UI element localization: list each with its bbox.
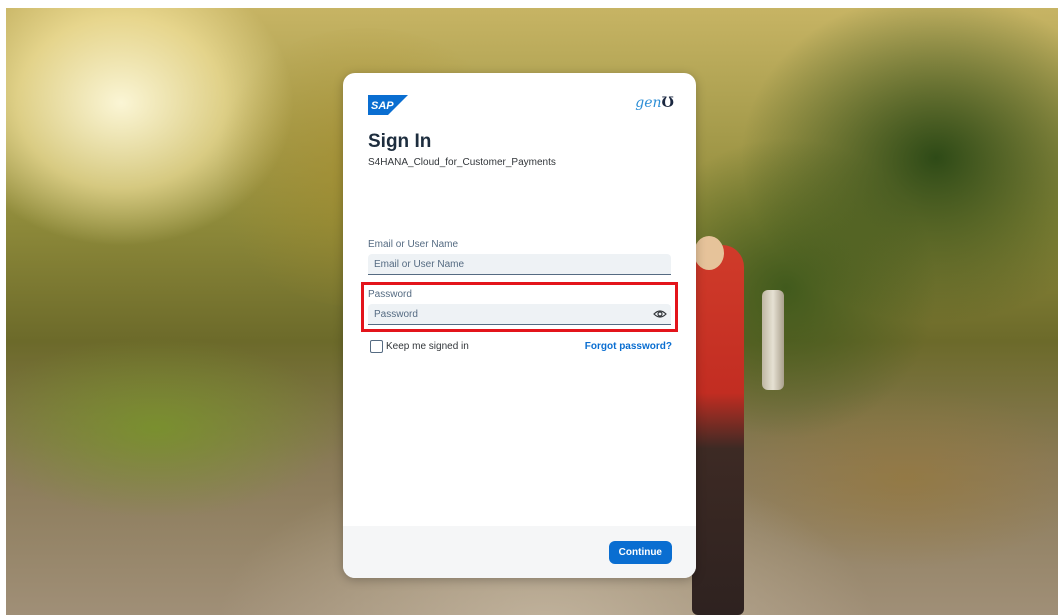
keep-signed-in-label[interactable]: Keep me signed in bbox=[386, 341, 469, 352]
keep-signed-in-checkbox[interactable] bbox=[370, 340, 383, 353]
sap-logo-text: SAP bbox=[371, 100, 394, 112]
runner-figure-decoration bbox=[692, 245, 744, 615]
continue-button[interactable]: Continue bbox=[608, 541, 672, 564]
partner-logo: genƱ bbox=[635, 95, 674, 111]
password-input[interactable] bbox=[368, 304, 671, 325]
partner-logo-text: gen bbox=[635, 95, 662, 111]
forgot-password-link[interactable]: Forgot password? bbox=[585, 341, 672, 352]
sap-logo: SAP bbox=[368, 95, 408, 115]
partner-logo-mark: Ʊ bbox=[661, 95, 674, 111]
eye-icon[interactable] bbox=[653, 309, 667, 319]
runner-head-decoration bbox=[694, 236, 724, 270]
card-footer: Continue bbox=[343, 526, 696, 578]
password-label: Password bbox=[368, 289, 412, 300]
page-subtitle: S4HANA_Cloud_for_Customer_Payments bbox=[368, 157, 556, 168]
username-input[interactable] bbox=[368, 254, 671, 275]
username-label: Email or User Name bbox=[368, 239, 459, 250]
page-title: Sign In bbox=[368, 131, 432, 152]
tree-trunk-decoration bbox=[762, 290, 784, 390]
sign-in-card: SAP genƱ Sign In S4HANA_Cloud_for_Custom… bbox=[343, 73, 696, 578]
